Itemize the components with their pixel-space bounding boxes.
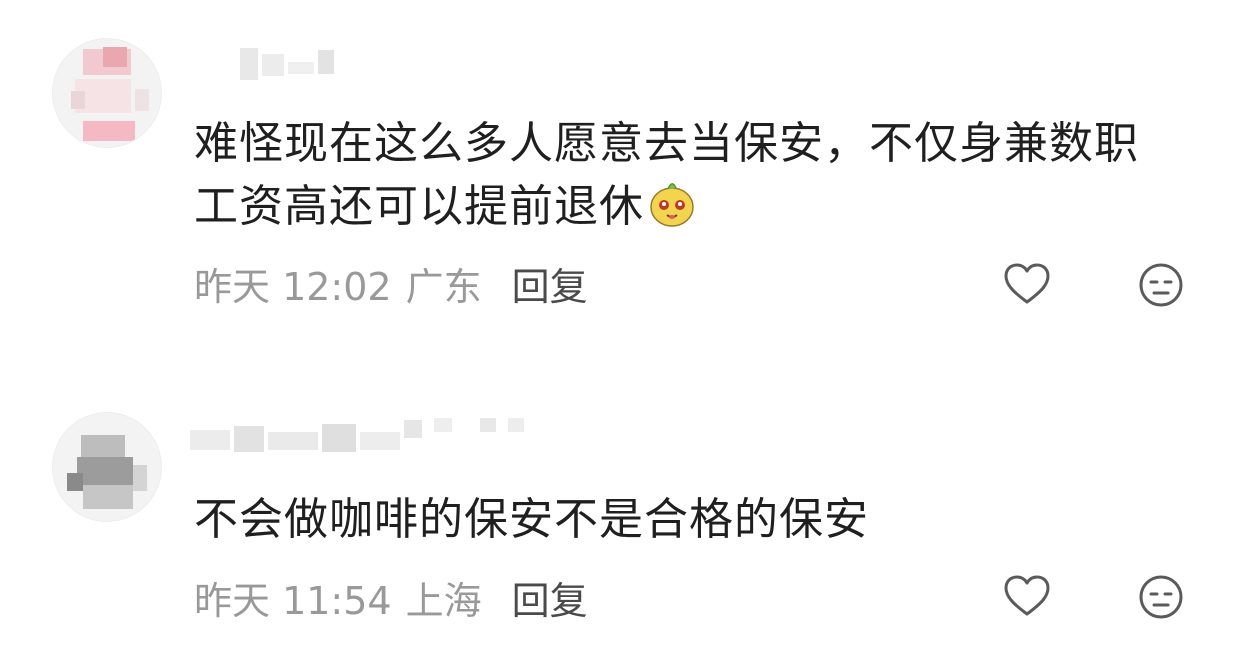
like-button[interactable] [1002, 260, 1052, 310]
comment-meta: 昨天 11:54 上海 回复 [194, 570, 588, 625]
avatar[interactable] [52, 412, 162, 522]
neutral-face-icon [1139, 263, 1183, 307]
like-button[interactable] [1002, 572, 1052, 622]
comment-1: 难怪现在这么多人愿意去当保安，不仅身兼数职 工资高还可以提前退休 昨天 12:0… [0, 0, 1256, 330]
comment-2: 不会做咖啡的保安不是合格的保安 昨天 11:54 上海 回复 [0, 330, 1256, 645]
neutral-face-icon [1139, 575, 1183, 619]
comment-text: 不会做咖啡的保安不是合格的保安 [194, 488, 1204, 551]
comment-location: 广东 [405, 264, 482, 309]
dislike-button[interactable] [1136, 572, 1186, 622]
reply-button[interactable]: 回复 [512, 256, 588, 311]
potato-face-emoji-icon [650, 183, 694, 227]
avatar[interactable] [52, 38, 162, 148]
comment-text: 难怪现在这么多人愿意去当保安，不仅身兼数职 工资高还可以提前退休 [194, 112, 1204, 238]
comment-text-content: 不会做咖啡的保安不是合格的保安 [194, 494, 869, 545]
reply-button[interactable]: 回复 [512, 570, 588, 625]
heart-outline-icon [1004, 263, 1050, 304]
username-blurred[interactable] [190, 418, 540, 458]
comment-meta: 昨天 12:02 广东 回复 [194, 256, 588, 311]
comment-location: 上海 [405, 578, 482, 623]
heart-outline-icon [1004, 575, 1050, 616]
username-blurred[interactable] [240, 44, 350, 84]
comment-time: 昨天 12:02 [194, 264, 392, 309]
comment-time: 昨天 11:54 [194, 578, 392, 623]
dislike-button[interactable] [1136, 260, 1186, 310]
